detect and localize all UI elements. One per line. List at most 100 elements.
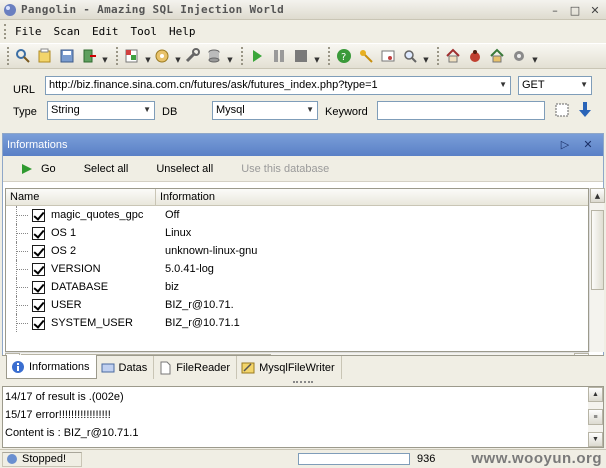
row-checkbox[interactable] [32, 208, 45, 222]
table-row[interactable]: DATABASE biz [6, 278, 588, 296]
play-icon[interactable] [247, 46, 267, 66]
table-row[interactable]: SYSTEM_USER BIZ_r@10.71.1 [6, 314, 588, 332]
save-icon[interactable] [57, 46, 77, 66]
select-all-label: Select all [83, 162, 129, 175]
chevron-down-icon[interactable]: ▼ [144, 46, 152, 66]
grid-vertical-scrollbar[interactable]: ▲ [589, 188, 605, 352]
parameters-area: URL http://biz.finance.sina.com.cn/futur… [0, 70, 606, 128]
toolbar-overflow-icon[interactable]: ▼ [422, 46, 430, 66]
table-row[interactable]: OS 1 Linux [6, 224, 588, 242]
row-checkbox[interactable] [32, 262, 45, 276]
tree-line [12, 242, 32, 260]
go-button[interactable]: Go [21, 163, 56, 175]
chevron-down-icon[interactable]: ▼ [143, 105, 151, 114]
scroll-down-icon[interactable]: ▼ [588, 432, 603, 447]
scroll-up-icon[interactable]: ▲ [588, 387, 603, 402]
search-icon[interactable] [13, 46, 33, 66]
database-icon[interactable] [204, 46, 224, 66]
gear-icon[interactable] [509, 46, 529, 66]
pin-icon[interactable]: ▷ [558, 138, 572, 152]
bug-icon[interactable] [465, 46, 485, 66]
menu-bar: File Scan Edit Tool Help [0, 21, 606, 42]
home-icon[interactable] [443, 46, 463, 66]
minimize-icon[interactable]: – [548, 3, 562, 17]
toolbar-overflow-icon[interactable]: ▼ [531, 46, 539, 66]
pause-icon[interactable] [269, 46, 289, 66]
row-checkbox[interactable] [32, 244, 45, 258]
url-value: http://biz.finance.sina.com.cn/futures/a… [49, 79, 378, 91]
table-row[interactable]: OS 2 unknown-linux-gnu [6, 242, 588, 260]
column-header-information[interactable]: Information [156, 189, 588, 205]
toolbar-overflow-icon[interactable]: ▼ [101, 46, 109, 66]
scroll-thumb[interactable]: ≡ [588, 409, 603, 425]
exit-icon[interactable] [79, 46, 99, 66]
menu-grip[interactable] [4, 24, 7, 39]
toolbar-grip[interactable] [437, 47, 440, 65]
chevron-down-icon[interactable]: ▼ [174, 46, 182, 66]
select-all-button[interactable]: Select all [84, 163, 129, 175]
maximize-icon[interactable]: □ [568, 3, 582, 17]
toolbar-overflow-icon[interactable]: ▼ [226, 46, 234, 66]
chevron-down-icon[interactable]: ▼ [499, 80, 507, 89]
menu-tool[interactable]: Tool [129, 25, 164, 38]
row-checkbox[interactable] [32, 226, 45, 240]
row-info: biz [165, 281, 180, 293]
lock-home-icon[interactable] [487, 46, 507, 66]
panel-header: Informations [3, 134, 603, 156]
row-checkbox[interactable] [32, 298, 45, 312]
unselect-all-label: Unselect all [156, 162, 214, 175]
tools-icon[interactable] [182, 46, 202, 66]
tree-line [12, 224, 32, 242]
open-file-icon[interactable] [35, 46, 55, 66]
grid-select-icon[interactable] [555, 103, 569, 120]
tab-label: FileReader [176, 361, 231, 374]
watermark: www.wooyun.org [471, 450, 602, 467]
menu-help[interactable]: Help [167, 25, 202, 38]
log-vertical-scrollbar[interactable]: ▲ ≡ ▼ [588, 387, 603, 447]
certificate-icon[interactable] [378, 46, 398, 66]
db-select[interactable]: Mysql ▼ [212, 101, 318, 120]
row-name: OS 1 [51, 227, 77, 239]
method-select[interactable]: GET ▼ [518, 76, 592, 95]
key-icon[interactable] [356, 46, 376, 66]
stop-icon[interactable] [291, 46, 311, 66]
menu-file[interactable]: File [13, 25, 48, 38]
tab-informations[interactable]: Informations [6, 355, 97, 379]
go-icon [22, 163, 32, 174]
tree-line [12, 296, 32, 314]
close-icon[interactable]: ✕ [588, 3, 602, 17]
toolbar-overflow-icon[interactable]: ▼ [313, 46, 321, 66]
scroll-up-icon[interactable]: ▲ [590, 188, 605, 203]
type-select[interactable]: String ▼ [47, 101, 155, 120]
toolbar-grip[interactable] [241, 47, 244, 65]
table-row[interactable]: VERSION 5.0.41-log [6, 260, 588, 278]
chevron-down-icon[interactable]: ▼ [306, 105, 314, 114]
column-header-name[interactable]: Name [6, 189, 156, 205]
arrow-down-icon[interactable] [578, 101, 592, 121]
table-row[interactable]: magic_quotes_gpc Off [6, 206, 588, 224]
menu-edit[interactable]: Edit [90, 25, 125, 38]
table-row[interactable]: USER BIZ_r@10.71. [6, 296, 588, 314]
page-menu-icon[interactable] [122, 46, 142, 66]
menu-scan[interactable]: Scan [52, 25, 87, 38]
row-checkbox[interactable] [32, 316, 45, 330]
log-output[interactable]: 14/17 of result is .(002e) 15/17 error!!… [2, 386, 604, 448]
tab-filereader[interactable]: FileReader [154, 356, 238, 379]
use-database-button[interactable]: Use this database [241, 163, 329, 175]
help-icon[interactable]: ? [334, 46, 354, 66]
tab-mysqlfilewriter[interactable]: MysqlFileWriter [237, 356, 342, 379]
keyword-input[interactable] [377, 101, 545, 120]
toolbar-grip[interactable] [7, 47, 10, 65]
scroll-thumb[interactable] [591, 210, 604, 290]
close-panel-icon[interactable]: ✕ [581, 138, 595, 152]
row-checkbox[interactable] [32, 280, 45, 294]
toolbar-grip[interactable] [328, 47, 331, 65]
row-info: unknown-linux-gnu [165, 245, 258, 257]
url-input[interactable]: http://biz.finance.sina.com.cn/futures/a… [45, 76, 511, 95]
unselect-all-button[interactable]: Unselect all [156, 163, 213, 175]
magnifier-icon[interactable] [400, 46, 420, 66]
chevron-down-icon[interactable]: ▼ [580, 80, 588, 89]
config-menu-icon[interactable] [152, 46, 172, 66]
tab-datas[interactable]: Datas [97, 356, 155, 379]
toolbar-grip[interactable] [116, 47, 119, 65]
